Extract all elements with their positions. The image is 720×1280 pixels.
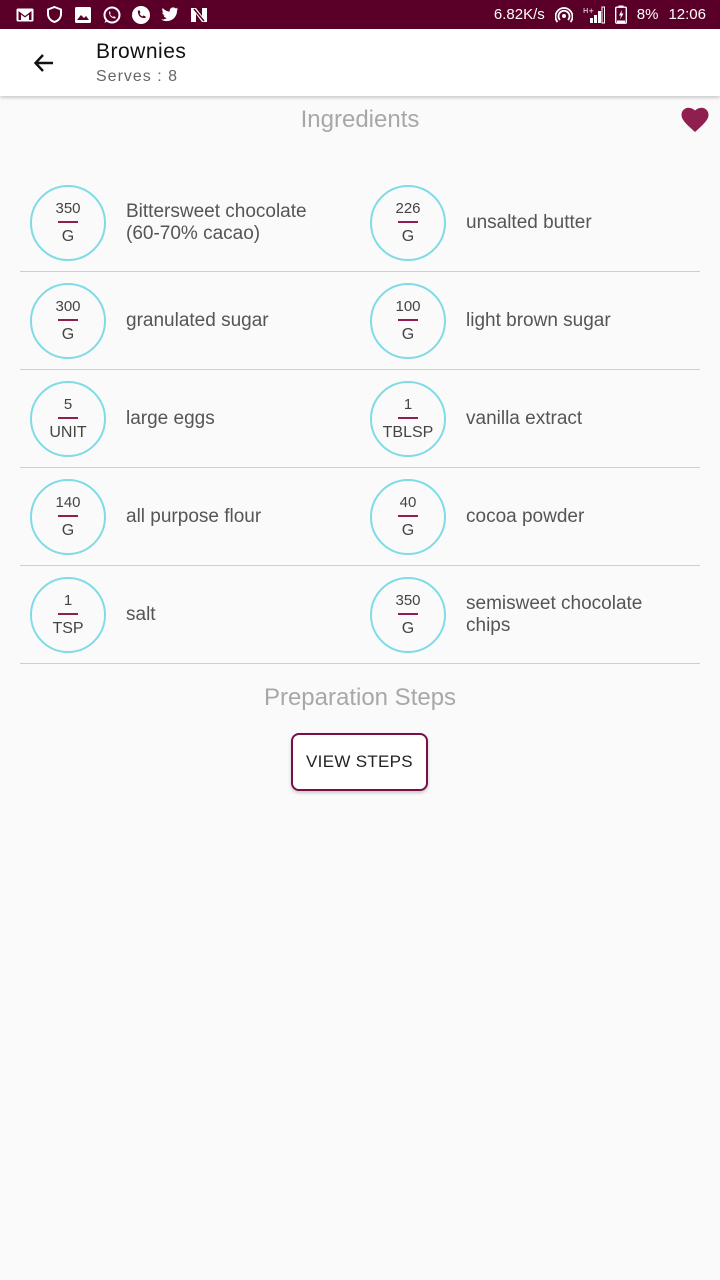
servings-subtitle: Serves : 8 bbox=[96, 68, 179, 85]
n-icon bbox=[190, 6, 208, 24]
quantity-circle: 5 UNIT bbox=[30, 380, 106, 457]
ingredient-unit: G bbox=[401, 521, 415, 539]
hotspot-icon bbox=[554, 6, 573, 24]
ingredient-row: 300 G granulated sugar 100 G light brown… bbox=[20, 272, 700, 370]
view-steps-button[interactable]: VIEW STEPS bbox=[291, 733, 428, 791]
quantity-circle: 140 G bbox=[30, 478, 106, 555]
ingredient-item: 100 G light brown sugar bbox=[360, 272, 700, 369]
quantity-circle: 100 G bbox=[370, 282, 446, 359]
shield-icon bbox=[45, 6, 63, 24]
ingredient-unit: G bbox=[61, 325, 75, 343]
arrow-left-icon bbox=[33, 53, 53, 72]
quantity-divider bbox=[398, 514, 418, 517]
back-button[interactable] bbox=[0, 29, 88, 96]
quantity-divider bbox=[58, 514, 78, 517]
ingredient-quantity: 350 bbox=[395, 591, 421, 609]
ingredient-unit: G bbox=[401, 325, 415, 343]
quantity-divider bbox=[398, 220, 418, 223]
ingredient-name: cocoa powder bbox=[466, 505, 585, 527]
ingredient-item: 1 TBLSP vanilla extract bbox=[360, 370, 700, 467]
twitter-icon bbox=[161, 6, 179, 24]
gmail-icon bbox=[16, 6, 34, 24]
quantity-circle: 1 TSP bbox=[30, 576, 106, 653]
ingredient-unit: G bbox=[401, 619, 415, 637]
ingredient-unit: G bbox=[61, 227, 75, 245]
ingredient-unit: TSP bbox=[52, 619, 84, 637]
ingredient-item: 226 G unsalted butter bbox=[360, 174, 700, 271]
ingredient-row: 140 G all purpose flour 40 G cocoa powde… bbox=[20, 468, 700, 566]
ingredient-name: unsalted butter bbox=[466, 211, 592, 233]
ingredient-unit: TBLSP bbox=[382, 423, 434, 441]
page-title: Brownies bbox=[96, 40, 187, 63]
ingredient-name: large eggs bbox=[126, 407, 215, 429]
quantity-circle: 40 G bbox=[370, 478, 446, 555]
ingredient-name: granulated sugar bbox=[126, 309, 269, 331]
ingredients-heading: Ingredients bbox=[300, 106, 420, 133]
ingredient-quantity: 40 bbox=[399, 493, 417, 511]
ingredient-item: 350 G Bittersweet chocolate (60-70% caca… bbox=[20, 174, 360, 271]
favorite-button[interactable] bbox=[681, 107, 709, 133]
quantity-divider bbox=[58, 220, 78, 223]
svg-text:H+: H+ bbox=[583, 7, 594, 15]
quantity-circle: 226 G bbox=[370, 184, 446, 261]
ingredient-name: vanilla extract bbox=[466, 407, 583, 429]
ingredient-quantity: 140 bbox=[55, 493, 81, 511]
ingredient-quantity: 100 bbox=[395, 297, 421, 315]
preparation-heading: Preparation Steps bbox=[263, 684, 457, 711]
ingredient-name: light brown sugar bbox=[466, 309, 611, 331]
battery-icon bbox=[614, 5, 627, 24]
ingredient-quantity: 300 bbox=[55, 297, 81, 315]
quantity-divider bbox=[398, 612, 418, 615]
ingredient-unit: UNIT bbox=[49, 423, 87, 441]
quantity-divider bbox=[58, 318, 78, 321]
ingredient-quantity: 350 bbox=[55, 199, 81, 217]
status-system-info: 6.82K/s H+ 8% 12:06 bbox=[494, 5, 706, 24]
quantity-divider bbox=[58, 416, 78, 419]
quantity-circle: 300 G bbox=[30, 282, 106, 359]
whatsapp-icon bbox=[103, 6, 121, 24]
ingredient-quantity: 1 bbox=[403, 395, 413, 413]
battery-percent: 8% bbox=[636, 6, 659, 23]
phone-icon bbox=[132, 5, 150, 24]
network-speed: 6.82K/s bbox=[493, 6, 545, 23]
ingredient-unit: G bbox=[401, 227, 415, 245]
ingredient-row: 5 UNIT large eggs 1 TBLSP vanilla extrac… bbox=[20, 370, 700, 468]
ingredients-grid: 350 G Bittersweet chocolate (60-70% caca… bbox=[20, 174, 700, 664]
status-bar: 6.82K/s H+ 8% 12:06 bbox=[0, 0, 720, 29]
quantity-circle: 1 TBLSP bbox=[370, 380, 446, 457]
title-group: Brownies Serves : 8 bbox=[96, 39, 186, 86]
quantity-divider bbox=[398, 416, 418, 419]
ingredient-item: 1 TSP salt bbox=[20, 566, 360, 663]
ingredient-row: 1 TSP salt 350 G semisweet chocolate chi… bbox=[20, 566, 700, 664]
quantity-circle: 350 G bbox=[370, 576, 446, 653]
app-bar: Brownies Serves : 8 bbox=[0, 29, 720, 96]
ingredient-item: 40 G cocoa powder bbox=[360, 468, 700, 565]
ingredient-item: 350 G semisweet chocolate chips bbox=[360, 566, 700, 663]
signal-icon: H+ bbox=[583, 6, 605, 24]
ingredient-item: 300 G granulated sugar bbox=[20, 272, 360, 369]
ingredient-row: 350 G Bittersweet chocolate (60-70% caca… bbox=[20, 174, 700, 272]
heart-icon bbox=[681, 107, 709, 132]
quantity-divider bbox=[398, 318, 418, 321]
ingredient-quantity: 226 bbox=[395, 199, 421, 217]
ingredient-name: Bittersweet chocolate (60-70% cacao) bbox=[126, 200, 307, 244]
status-notification-icons bbox=[16, 5, 208, 24]
ingredient-name: all purpose flour bbox=[126, 505, 262, 527]
ingredient-item: 5 UNIT large eggs bbox=[20, 370, 360, 467]
ingredient-name: semisweet chocolate chips bbox=[466, 592, 643, 636]
ingredient-name: salt bbox=[126, 603, 156, 625]
ingredient-item: 140 G all purpose flour bbox=[20, 468, 360, 565]
clock: 12:06 bbox=[668, 6, 706, 23]
ingredient-quantity: 1 bbox=[63, 591, 73, 609]
quantity-circle: 350 G bbox=[30, 184, 106, 261]
quantity-divider bbox=[58, 612, 78, 615]
ingredient-unit: G bbox=[61, 521, 75, 539]
image-icon bbox=[74, 6, 92, 24]
ingredient-quantity: 5 bbox=[63, 395, 73, 413]
